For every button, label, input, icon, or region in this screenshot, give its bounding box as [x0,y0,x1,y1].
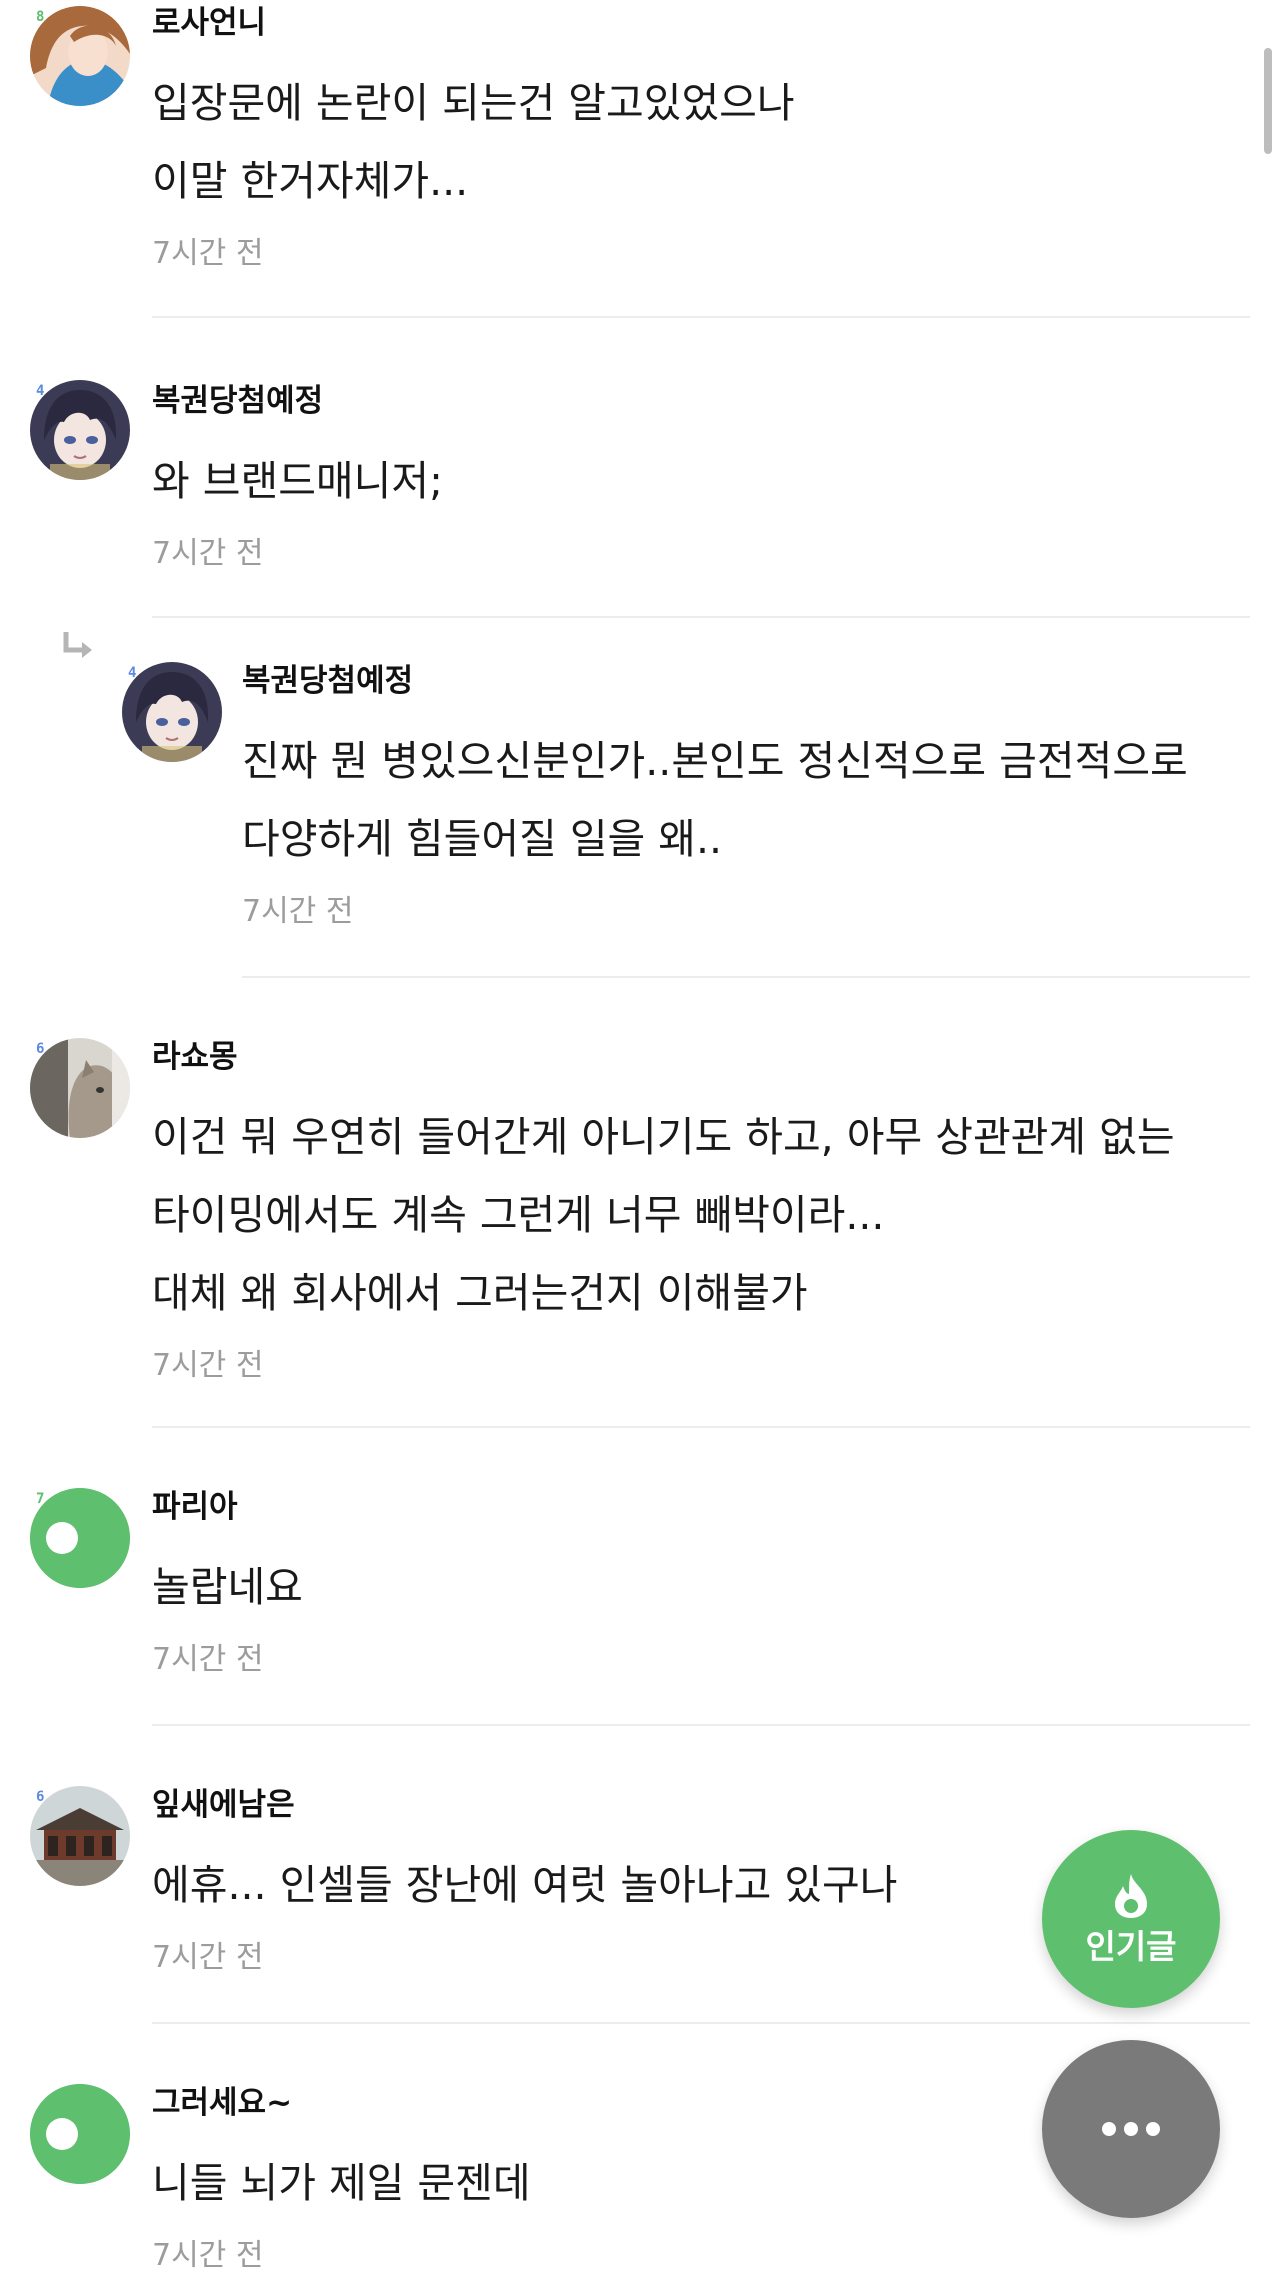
timestamp: 7시간 전 [152,536,264,571]
photo-woman-icon [30,6,130,106]
timestamp: 7시간 전 [152,2238,264,2273]
nickname[interactable]: 로사언니 [152,4,1250,42]
avatar[interactable]: 8 [30,2084,130,2184]
comment-text-line: 다양하게 힘들어질 일을 왜.. [242,815,723,863]
timestamp: 7시간 전 [242,894,354,929]
popular-posts-label: 인기글 [1085,1927,1177,1966]
nickname[interactable]: 잎새에남은 [152,1786,1250,1824]
nickname[interactable]: 복권당첨예정 [152,382,1250,420]
timestamp: 7시간 전 [152,1348,264,1383]
avatar[interactable]: 7 [30,1488,130,1588]
more-button[interactable] [1042,2040,1220,2218]
cat-photo-icon [30,1038,130,1138]
comment-item: 8 로사언니 입장문에 논란이 되는건 알고있었으나 이말 한거자체가... 7… [0,0,1280,320]
default-green-avatar-icon [30,1488,130,1588]
comment-text-line: 놀랍네요 [152,1563,303,1611]
level-badge: 8 [36,9,45,25]
reply-arrow-icon [63,632,92,658]
level-badge: 7 [36,1491,45,1507]
comment-text-line: 대체 왜 회사에서 그러는건지 이해불가 [152,1269,808,1317]
nickname[interactable]: 파리아 [152,1488,1250,1526]
level-badge: 4 [36,383,45,399]
anime-character-icon [122,662,222,762]
anime-character-icon [30,380,130,480]
timestamp: 7시간 전 [152,1642,264,1677]
level-badge: 6 [36,1789,45,1805]
comment-text-line: 입장문에 논란이 되는건 알고있었으나 [152,79,795,127]
comment-item: 6 라쇼몽 이건 뭐 우연히 들어간게 아니기도 하고, 아무 상관관계 없는 … [0,978,1280,1428]
nickname[interactable]: 라쇼몽 [152,1038,1250,1076]
comment-text-line: 타이밍에서도 계속 그런게 너무 빼박이라... [152,1191,885,1239]
default-green-avatar-icon [30,2084,130,2184]
comment-text-line: 이건 뭐 우연히 들어간게 아니기도 하고, 아무 상관관계 없는 [152,1113,1175,1161]
avatar[interactable]: 6 [30,1038,130,1138]
level-badge: 4 [128,665,137,681]
avatar[interactable]: 8 [30,6,130,106]
palace-photo-icon [30,1786,130,1886]
nickname[interactable]: 복권당첨예정 [242,662,1250,700]
comment-text-line: 이말 한거자체가... [152,157,469,205]
level-badge: 8 [36,2087,45,2103]
flame-icon [1115,1874,1147,1918]
scrollbar[interactable] [1264,48,1272,154]
avatar[interactable]: 4 [122,662,222,762]
comment-item: 4 복권당첨예정 와 브랜드매니저; 7시간 전 [0,320,1280,618]
comment-text-line: 진짜 뭔 병있으신분인가..본인도 정신적으로 금전적으로 [242,737,1188,785]
reply-item: 4 복권당첨예정 진짜 뭔 병있으신분인가..본인도 정신적으로 금전적으로 다… [0,618,1280,978]
comment-text-line: 와 브랜드매니저; [152,457,443,505]
popular-posts-button[interactable]: 인기글 [1042,1830,1220,2008]
avatar[interactable]: 6 [30,1786,130,1886]
timestamp: 7시간 전 [152,236,264,271]
more-dots-icon [1102,2122,1160,2136]
divider [152,316,1250,318]
avatar[interactable]: 4 [30,380,130,480]
comment-item: 7 파리아 놀랍네요 7시간 전 [0,1428,1280,1726]
level-badge: 6 [36,1041,45,1057]
